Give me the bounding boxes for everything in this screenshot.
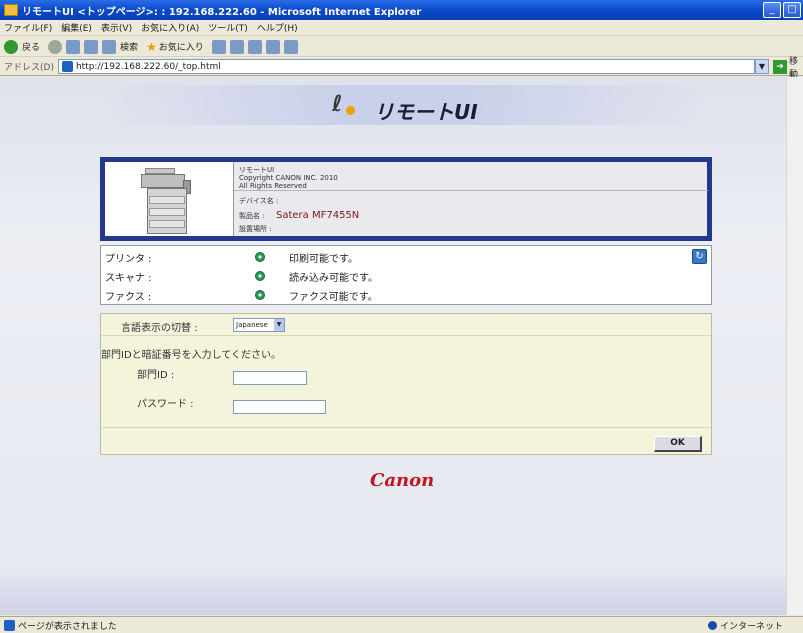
address-label: アドレス(D) (4, 63, 54, 73)
info-divider (234, 190, 708, 191)
folder-icon[interactable] (283, 39, 298, 54)
printer-icon (141, 166, 191, 234)
go-button-label[interactable]: 移動 (789, 54, 803, 80)
back-arrow-icon[interactable] (4, 39, 18, 54)
go-arrow-icon[interactable]: ➔ (773, 59, 787, 74)
stop-icon[interactable] (66, 39, 81, 54)
minimize-button[interactable]: _ (763, 2, 781, 18)
title-bar: リモートUI <トップページ>: : 192.168.222.60 - Micr… (0, 0, 803, 20)
back-button-label[interactable]: 戻る (22, 40, 40, 53)
toolbar: 戻る 検索 ★ お気に入り (0, 37, 803, 57)
page-bottom-band (0, 567, 803, 615)
status-bar: ページが表示されました インターネット (0, 616, 803, 633)
status-panel: プリンタ : 印刷可能です。 スキャナ : 読み込み可能です。 ファクス : フ… (100, 245, 712, 305)
login-instruction: 部門IDと暗証番号を入力してください。 (101, 350, 282, 361)
menu-bar: ファイル(F) 編集(E) 表示(V) お気に入り(A) ツール(T) ヘルプ(… (0, 20, 803, 36)
menu-help[interactable]: ヘルプ(H) (257, 21, 298, 34)
favorites-button-label[interactable]: お気に入り (159, 40, 204, 53)
fax-status-text: ファクス可能です。 (289, 292, 378, 303)
device-image (105, 162, 233, 236)
address-url[interactable]: http://192.168.222.60/_top.html (76, 62, 221, 72)
refresh-icon[interactable]: ↻ (692, 249, 707, 264)
scanner-status-text: 読み込み可能です。 (289, 273, 378, 284)
print-icon[interactable] (247, 39, 262, 54)
address-dropdown-icon[interactable]: ▼ (755, 59, 769, 74)
menu-edit[interactable]: 編集(E) (61, 21, 92, 34)
scanner-status-indicator-icon (255, 271, 265, 281)
edit-icon[interactable] (265, 39, 280, 54)
remote-ui-logo-icon: ℓ (332, 92, 356, 118)
device-name-label: デバイス名 : (239, 197, 279, 205)
page-icon (61, 61, 73, 72)
device-info: リモートUI Copyright CANON INC. 2010 All Rig… (233, 162, 708, 236)
dept-id-input[interactable] (233, 371, 307, 385)
favorites-star-icon[interactable]: ★ (146, 40, 157, 54)
maximize-button[interactable]: □ (783, 2, 801, 18)
security-zone: インターネット (707, 619, 783, 632)
login-divider (101, 427, 711, 428)
password-input[interactable] (233, 400, 326, 414)
menu-tools[interactable]: ツール(T) (208, 21, 248, 34)
mail-icon[interactable] (229, 39, 244, 54)
fax-status-row: ファクス : ファクス可能です。 (101, 286, 713, 304)
device-panel: リモートUI Copyright CANON INC. 2010 All Rig… (100, 157, 712, 241)
app-name: リモートUI (239, 166, 275, 174)
zone-label: インターネット (719, 621, 783, 632)
status-message: ページが表示されました (18, 621, 117, 632)
ie-app-icon (4, 4, 18, 16)
address-input[interactable]: http://192.168.222.60/_top.html (57, 59, 755, 74)
printer-status-row: プリンタ : 印刷可能です。 (101, 248, 713, 266)
menu-file[interactable]: ファイル(F) (4, 21, 52, 34)
language-row: 言語表示の切替 : Japanese ▼ (101, 314, 711, 336)
password-label: パスワード : (137, 399, 194, 410)
window-title: リモートUI <トップページ>: : 192.168.222.60 - Micr… (22, 6, 422, 18)
ok-button[interactable]: OK (654, 436, 702, 452)
chevron-down-icon[interactable]: ▼ (274, 319, 284, 331)
home-icon[interactable] (102, 39, 117, 54)
language-value[interactable]: Japanese (236, 321, 268, 329)
printer-label: プリンタ : (105, 254, 152, 265)
login-panel: 言語表示の切替 : Japanese ▼ 部門IDと暗証番号を入力してください。… (100, 313, 712, 455)
language-label: 言語表示の切替 : (121, 323, 198, 334)
fax-label: ファクス : (105, 292, 152, 303)
language-select[interactable]: Japanese ▼ (233, 318, 285, 332)
menu-view[interactable]: 表示(V) (101, 21, 132, 34)
address-bar: アドレス(D) http://192.168.222.60/_top.html … (0, 57, 803, 80)
search-button-label[interactable]: 検索 (120, 40, 138, 53)
printer-status-indicator-icon (255, 252, 265, 262)
fax-status-indicator-icon (255, 290, 265, 300)
refresh-page-icon[interactable] (84, 39, 99, 54)
menu-favorites[interactable]: お気に入り(A) (141, 21, 199, 34)
location-label: 設置場所 : (239, 225, 272, 233)
dept-id-label: 部門ID : (137, 370, 175, 381)
product-name: Satera MF7455N (276, 210, 360, 221)
canon-logo: Canon (370, 470, 435, 491)
scanner-label: スキャナ : (105, 273, 152, 284)
remote-ui-logo-text: リモートUI (374, 100, 478, 124)
globe-icon (707, 620, 717, 630)
copyright-text: Copyright CANON INC. 2010 (239, 174, 338, 182)
printer-status-text: 印刷可能です。 (289, 254, 358, 265)
forward-arrow-icon[interactable] (48, 39, 63, 54)
scanner-status-row: スキャナ : 読み込み可能です。 (101, 267, 713, 285)
page-done-icon (4, 619, 15, 631)
rights-text: All Rights Reserved (239, 182, 307, 190)
vertical-scrollbar[interactable] (786, 77, 803, 615)
history-icon[interactable] (211, 39, 226, 54)
product-name-label: 製品名 : (239, 212, 265, 220)
